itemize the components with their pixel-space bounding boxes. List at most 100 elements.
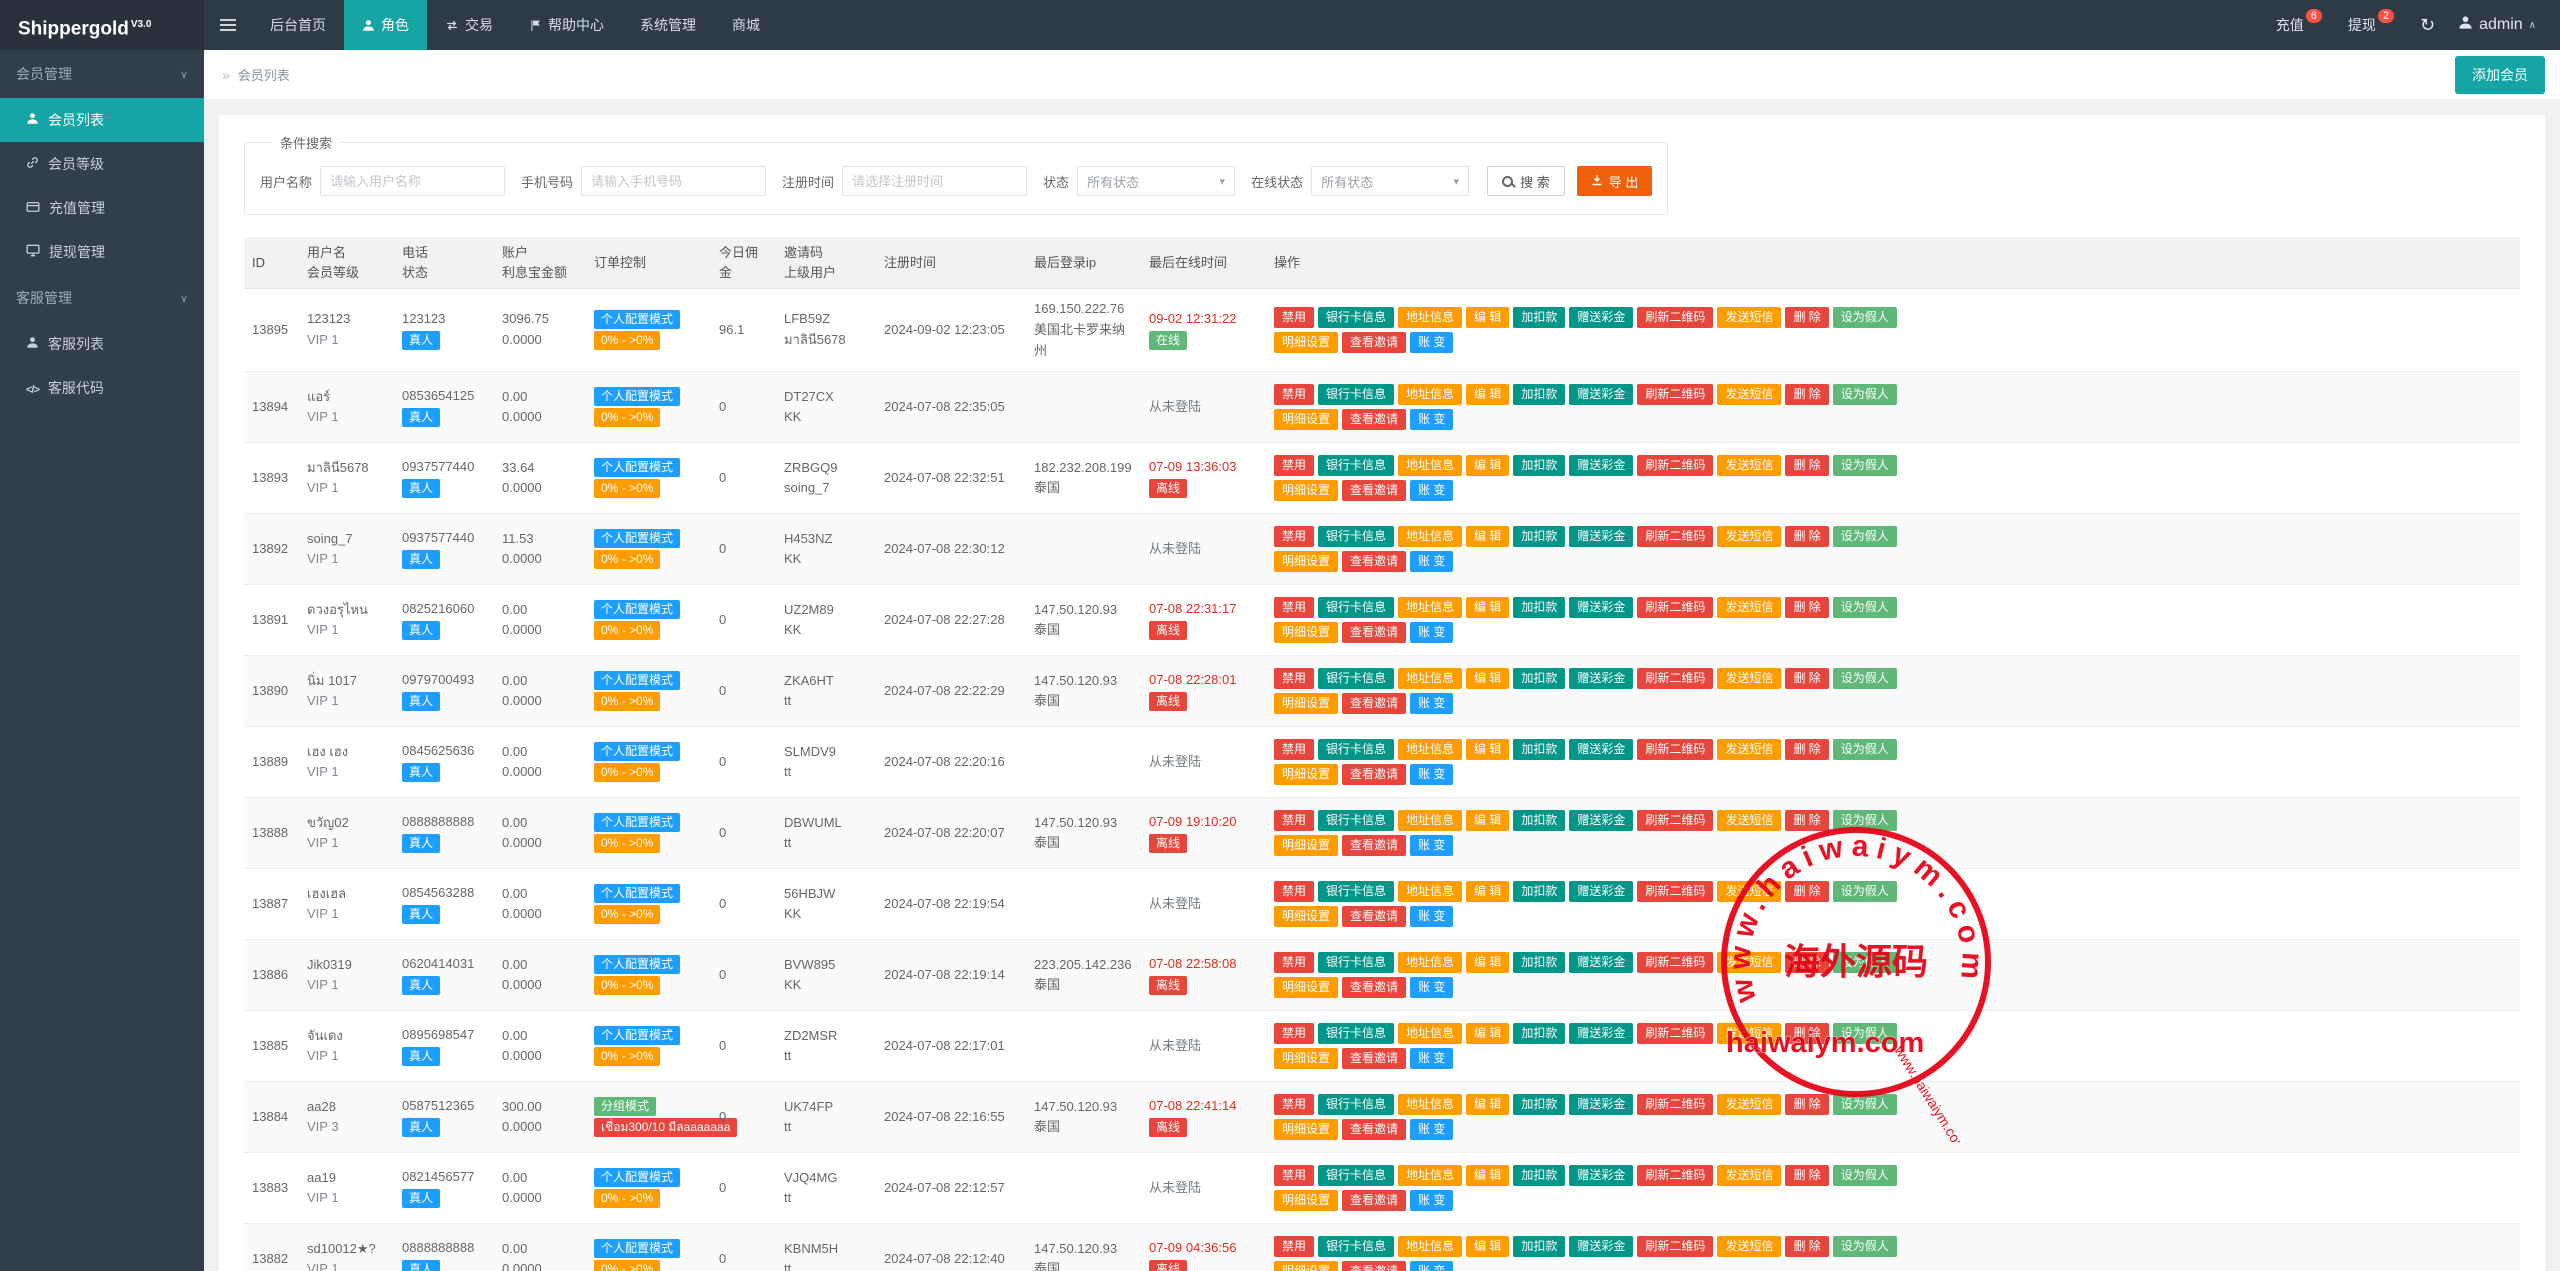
op-button[interactable]: 赠送彩金 bbox=[1569, 952, 1634, 974]
op-button[interactable]: 删 除 bbox=[1785, 810, 1829, 832]
op-button[interactable]: 编 辑 bbox=[1466, 1023, 1510, 1045]
op-button[interactable]: 禁用 bbox=[1274, 597, 1315, 619]
op-button[interactable]: 刷新二维码 bbox=[1637, 384, 1714, 406]
op-button[interactable]: 禁用 bbox=[1274, 739, 1315, 761]
op-button[interactable]: 禁用 bbox=[1274, 455, 1315, 477]
op-button[interactable]: 账 变 bbox=[1410, 1119, 1454, 1141]
op-button[interactable]: 账 变 bbox=[1410, 409, 1454, 431]
op-button[interactable]: 加扣款 bbox=[1513, 668, 1566, 690]
nav-item[interactable]: 交易 bbox=[427, 0, 511, 50]
phone-input[interactable] bbox=[581, 166, 767, 196]
op-button[interactable]: 刷新二维码 bbox=[1637, 1236, 1714, 1258]
op-button[interactable]: 查看邀请 bbox=[1342, 622, 1407, 644]
op-button[interactable]: 编 辑 bbox=[1466, 739, 1510, 761]
op-button[interactable]: 发送短信 bbox=[1717, 1094, 1782, 1116]
op-button[interactable]: 银行卡信息 bbox=[1318, 739, 1395, 761]
op-button[interactable]: 设为假人 bbox=[1832, 881, 1897, 903]
op-button[interactable]: 编 辑 bbox=[1466, 307, 1510, 329]
op-button[interactable]: 删 除 bbox=[1785, 739, 1829, 761]
op-button[interactable]: 编 辑 bbox=[1466, 810, 1510, 832]
op-button[interactable]: 刷新二维码 bbox=[1637, 597, 1714, 619]
sidebar-item[interactable]: 充值管理 bbox=[0, 186, 204, 230]
op-button[interactable]: 账 变 bbox=[1410, 1048, 1454, 1070]
op-button[interactable]: 设为假人 bbox=[1832, 952, 1897, 974]
export-button[interactable]: 导 出 bbox=[1576, 166, 1653, 196]
op-button[interactable]: 地址信息 bbox=[1398, 952, 1463, 974]
op-button[interactable]: 赠送彩金 bbox=[1569, 526, 1634, 548]
op-button[interactable]: 账 变 bbox=[1410, 693, 1454, 715]
status-select[interactable]: 所有状态 ▾ bbox=[1077, 166, 1236, 196]
op-button[interactable]: 设为假人 bbox=[1832, 1236, 1897, 1258]
op-button[interactable]: 明细设置 bbox=[1274, 409, 1339, 431]
op-button[interactable]: 加扣款 bbox=[1513, 455, 1566, 477]
op-button[interactable]: 删 除 bbox=[1785, 881, 1829, 903]
op-button[interactable]: 删 除 bbox=[1785, 597, 1829, 619]
op-button[interactable]: 账 变 bbox=[1410, 622, 1454, 644]
op-button[interactable]: 编 辑 bbox=[1466, 597, 1510, 619]
op-button[interactable]: 删 除 bbox=[1785, 307, 1829, 329]
op-button[interactable]: 删 除 bbox=[1785, 455, 1829, 477]
op-button[interactable]: 加扣款 bbox=[1513, 739, 1566, 761]
op-button[interactable]: 赠送彩金 bbox=[1569, 1023, 1634, 1045]
op-button[interactable]: 赠送彩金 bbox=[1569, 307, 1634, 329]
op-button[interactable]: 地址信息 bbox=[1398, 307, 1463, 329]
op-button[interactable]: 明细设置 bbox=[1274, 764, 1339, 786]
op-button[interactable]: 删 除 bbox=[1785, 668, 1829, 690]
op-button[interactable]: 账 变 bbox=[1410, 332, 1454, 354]
op-button[interactable]: 刷新二维码 bbox=[1637, 739, 1714, 761]
op-button[interactable]: 银行卡信息 bbox=[1318, 1023, 1395, 1045]
op-button[interactable]: 查看邀请 bbox=[1342, 835, 1407, 857]
op-button[interactable]: 编 辑 bbox=[1466, 1236, 1510, 1258]
op-button[interactable]: 赠送彩金 bbox=[1569, 597, 1634, 619]
nav-item[interactable]: 系统管理 bbox=[622, 0, 714, 50]
op-button[interactable]: 地址信息 bbox=[1398, 597, 1463, 619]
sidebar-section-title[interactable]: 客服管理 ∨ bbox=[0, 274, 204, 322]
op-button[interactable]: 查看邀请 bbox=[1342, 764, 1407, 786]
op-button[interactable]: 赠送彩金 bbox=[1569, 1165, 1634, 1187]
op-button[interactable]: 查看邀请 bbox=[1342, 551, 1407, 573]
op-button[interactable]: 地址信息 bbox=[1398, 668, 1463, 690]
op-button[interactable]: 禁用 bbox=[1274, 1236, 1315, 1258]
op-button[interactable]: 编 辑 bbox=[1466, 881, 1510, 903]
op-button[interactable]: 查看邀请 bbox=[1342, 1119, 1407, 1141]
op-button[interactable]: 查看邀请 bbox=[1342, 693, 1407, 715]
op-button[interactable]: 账 变 bbox=[1410, 1261, 1454, 1271]
op-button[interactable]: 明细设置 bbox=[1274, 693, 1339, 715]
op-button[interactable]: 发送短信 bbox=[1717, 810, 1782, 832]
op-button[interactable]: 明细设置 bbox=[1274, 1048, 1339, 1070]
nav-item[interactable]: 帮助中心 bbox=[511, 0, 622, 50]
op-button[interactable]: 地址信息 bbox=[1398, 1165, 1463, 1187]
op-button[interactable]: 赠送彩金 bbox=[1569, 810, 1634, 832]
op-button[interactable]: 加扣款 bbox=[1513, 384, 1566, 406]
op-button[interactable]: 账 变 bbox=[1410, 835, 1454, 857]
op-button[interactable]: 地址信息 bbox=[1398, 881, 1463, 903]
op-button[interactable]: 删 除 bbox=[1785, 1023, 1829, 1045]
op-button[interactable]: 银行卡信息 bbox=[1318, 455, 1395, 477]
op-button[interactable]: 禁用 bbox=[1274, 952, 1315, 974]
op-button[interactable]: 设为假人 bbox=[1832, 597, 1897, 619]
op-button[interactable]: 明细设置 bbox=[1274, 1261, 1339, 1271]
op-button[interactable]: 查看邀请 bbox=[1342, 480, 1407, 502]
op-button[interactable]: 加扣款 bbox=[1513, 1236, 1566, 1258]
op-button[interactable]: 刷新二维码 bbox=[1637, 952, 1714, 974]
op-button[interactable]: 发送短信 bbox=[1717, 952, 1782, 974]
op-button[interactable]: 查看邀请 bbox=[1342, 906, 1407, 928]
op-button[interactable]: 明细设置 bbox=[1274, 480, 1339, 502]
user-menu[interactable]: admin ∧ bbox=[2448, 15, 2546, 35]
withdraw-link[interactable]: 提现 2 bbox=[2335, 0, 2407, 50]
op-button[interactable]: 加扣款 bbox=[1513, 307, 1566, 329]
op-button[interactable]: 发送短信 bbox=[1717, 1165, 1782, 1187]
op-button[interactable]: 设为假人 bbox=[1832, 455, 1897, 477]
op-button[interactable]: 加扣款 bbox=[1513, 597, 1566, 619]
op-button[interactable]: 银行卡信息 bbox=[1318, 881, 1395, 903]
op-button[interactable]: 编 辑 bbox=[1466, 952, 1510, 974]
op-button[interactable]: 发送短信 bbox=[1717, 384, 1782, 406]
op-button[interactable]: 地址信息 bbox=[1398, 384, 1463, 406]
op-button[interactable]: 刷新二维码 bbox=[1637, 1165, 1714, 1187]
op-button[interactable]: 刷新二维码 bbox=[1637, 668, 1714, 690]
op-button[interactable]: 设为假人 bbox=[1832, 1165, 1897, 1187]
op-button[interactable]: 设为假人 bbox=[1832, 1094, 1897, 1116]
op-button[interactable]: 删 除 bbox=[1785, 384, 1829, 406]
op-button[interactable]: 编 辑 bbox=[1466, 526, 1510, 548]
op-button[interactable]: 加扣款 bbox=[1513, 952, 1566, 974]
